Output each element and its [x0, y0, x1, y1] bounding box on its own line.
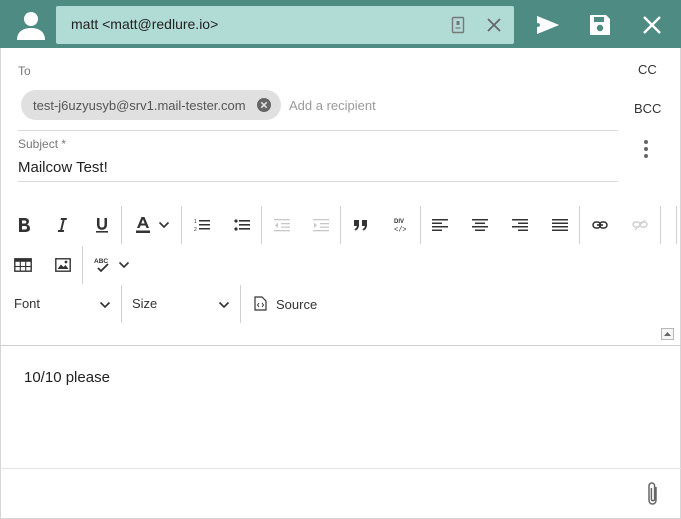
source-icon — [254, 296, 267, 311]
image-icon[interactable] — [53, 255, 73, 275]
close-icon[interactable] — [639, 12, 665, 38]
compose-header: matt <matt@redlure.io> — [0, 0, 681, 48]
font-select[interactable]: Font — [2, 285, 120, 323]
toolbar-separator — [420, 206, 421, 244]
bold-icon[interactable] — [14, 215, 34, 235]
create-div-icon[interactable]: DIV </> — [391, 215, 411, 235]
attachment-icon[interactable] — [643, 481, 663, 507]
collapse-toolbar-icon[interactable] — [661, 328, 674, 340]
subject-label: Subject * — [18, 137, 67, 151]
from-address: matt <matt@redlure.io> — [71, 16, 219, 32]
indent-icon — [311, 215, 331, 235]
identity-card-icon[interactable] — [449, 16, 467, 34]
svg-text:</>: </> — [394, 227, 407, 234]
outdent-icon — [272, 215, 292, 235]
text-color-dropdown-icon[interactable] — [156, 215, 172, 235]
bcc-button[interactable]: BCC — [634, 101, 661, 116]
size-select-label: Size — [132, 296, 158, 311]
recipient-address: test-j6uzyusyb@srv1.mail-tester.com — [33, 98, 246, 113]
subject-input[interactable]: Mailcow Test! — [18, 159, 108, 176]
toolbar-separator — [82, 246, 83, 284]
numbered-list-icon[interactable]: 12 — [192, 215, 212, 235]
toolbar-separator — [579, 206, 580, 244]
source-label: Source — [276, 297, 318, 312]
font-select-label: Font — [14, 296, 41, 311]
save-icon[interactable] — [587, 12, 613, 38]
justify-icon[interactable] — [550, 215, 570, 235]
toolbar-separator — [676, 206, 677, 244]
size-select[interactable]: Size — [122, 285, 240, 323]
spellcheck-dropdown-icon[interactable] — [116, 255, 132, 275]
toolbar-separator — [660, 206, 661, 244]
add-recipient-input[interactable]: Add a recipient — [289, 98, 376, 113]
toolbar-separator — [340, 206, 341, 244]
from-identity-field[interactable]: matt <matt@redlure.io> — [56, 6, 514, 44]
align-left-icon[interactable] — [430, 215, 450, 235]
table-icon[interactable] — [13, 255, 33, 275]
message-body-text[interactable]: 10/10 please — [24, 369, 110, 386]
toolbar-separator — [240, 285, 241, 323]
cc-button[interactable]: CC — [638, 62, 657, 77]
svg-text:DIV: DIV — [394, 219, 404, 225]
message-body-editor[interactable] — [1, 346, 680, 468]
remove-recipient-icon[interactable] — [257, 98, 271, 112]
to-underline — [18, 130, 618, 131]
align-center-icon[interactable] — [470, 215, 490, 235]
subject-underline — [18, 181, 618, 182]
to-label: To — [18, 64, 31, 78]
underline-icon[interactable] — [92, 215, 112, 235]
chevron-down-icon — [99, 301, 111, 309]
italic-icon[interactable] — [52, 215, 72, 235]
spellcheck-icon[interactable]: ABC — [92, 255, 112, 275]
unlink-icon — [630, 215, 650, 235]
send-icon[interactable] — [535, 12, 561, 38]
link-icon[interactable] — [590, 215, 610, 235]
align-right-icon[interactable] — [510, 215, 530, 235]
bulleted-list-icon[interactable] — [232, 215, 252, 235]
svg-text:2: 2 — [194, 227, 197, 232]
editor-bottom-border — [0, 468, 681, 469]
recipient-chip[interactable]: test-j6uzyusyb@srv1.mail-tester.com — [21, 90, 281, 120]
clear-icon[interactable] — [485, 16, 503, 34]
toolbar-separator — [121, 206, 122, 244]
spellcheck-label: ABC — [94, 258, 108, 265]
person-icon — [17, 12, 45, 40]
toolbar-separator — [181, 206, 182, 244]
svg-text:1: 1 — [194, 219, 197, 225]
text-color-icon[interactable] — [133, 215, 153, 235]
chevron-down-icon — [218, 301, 230, 309]
blockquote-icon[interactable] — [351, 215, 371, 235]
toolbar-separator — [261, 206, 262, 244]
more-options-icon[interactable] — [637, 138, 655, 160]
